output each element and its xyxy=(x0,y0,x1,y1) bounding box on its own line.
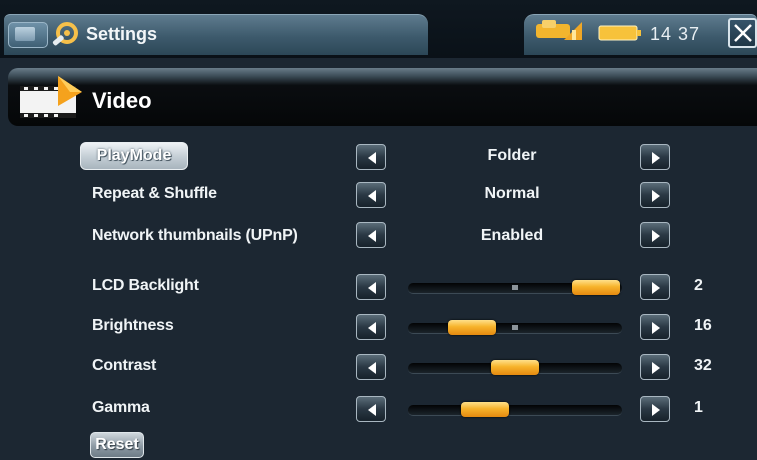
arrow-left-icon xyxy=(368,152,376,164)
window-title: Settings xyxy=(86,24,158,44)
playmode-label: PlayMode xyxy=(96,147,172,164)
network-thumbnails-prev-button[interactable] xyxy=(356,222,386,248)
gamma-increase-button[interactable] xyxy=(640,396,670,422)
close-button[interactable] xyxy=(728,18,757,48)
repeat-shuffle-label: Repeat & Shuffle xyxy=(92,185,217,202)
brightness-value: 16 xyxy=(694,317,712,334)
playmode-next-button[interactable] xyxy=(640,144,670,170)
contrast-decrease-button[interactable] xyxy=(356,354,386,380)
arrow-left-icon xyxy=(368,362,376,374)
repeat-shuffle-value: Normal xyxy=(484,185,540,202)
lcd-backlight-increase-button[interactable] xyxy=(640,274,670,300)
slider-thumb[interactable] xyxy=(461,402,509,417)
playmode-prev-button[interactable] xyxy=(356,144,386,170)
clock: 14 37 xyxy=(650,24,701,44)
video-folder-icon xyxy=(20,76,82,118)
arrow-left-icon xyxy=(368,282,376,294)
slider-center-mark xyxy=(512,325,518,330)
network-thumbnails-next-button[interactable] xyxy=(640,222,670,248)
brightness-slider[interactable] xyxy=(408,320,622,335)
arrow-right-icon xyxy=(652,362,660,374)
gamma-value: 1 xyxy=(694,399,703,416)
network-icon xyxy=(536,20,582,40)
settings-icon xyxy=(52,22,78,46)
reset-button[interactable]: Reset xyxy=(90,432,144,458)
gamma-label: Gamma xyxy=(92,399,150,416)
battery-icon xyxy=(598,25,641,41)
slider-thumb[interactable] xyxy=(491,360,539,375)
brightness-decrease-button[interactable] xyxy=(356,314,386,340)
contrast-label: Contrast xyxy=(92,357,157,374)
slider-thumb[interactable] xyxy=(572,280,620,295)
arrow-right-icon xyxy=(652,152,660,164)
contrast-increase-button[interactable] xyxy=(640,354,670,380)
brightness-label: Brightness xyxy=(92,317,174,334)
section-title: Video xyxy=(92,88,152,113)
lcd-backlight-decrease-button[interactable] xyxy=(356,274,386,300)
contrast-slider[interactable] xyxy=(408,360,622,375)
slider-thumb[interactable] xyxy=(448,320,496,335)
arrow-right-icon xyxy=(652,322,660,334)
playmode-label-button[interactable]: PlayMode xyxy=(80,142,188,170)
brightness-increase-button[interactable] xyxy=(640,314,670,340)
repeat-shuffle-next-button[interactable] xyxy=(640,182,670,208)
lcd-backlight-value: 2 xyxy=(694,277,703,294)
menu-button[interactable] xyxy=(8,22,48,48)
playmode-value: Folder xyxy=(487,147,537,164)
close-icon xyxy=(734,24,752,42)
arrow-left-icon xyxy=(368,230,376,242)
menu-icon xyxy=(15,27,35,41)
network-thumbnails-label: Network thumbnails (UPnP) xyxy=(92,227,298,244)
reset-label: Reset xyxy=(95,436,139,453)
gamma-slider[interactable] xyxy=(408,402,622,417)
slider-center-mark xyxy=(512,285,518,290)
arrow-right-icon xyxy=(652,282,660,294)
gamma-decrease-button[interactable] xyxy=(356,396,386,422)
arrow-right-icon xyxy=(652,190,660,202)
arrow-left-icon xyxy=(368,404,376,416)
arrow-right-icon xyxy=(652,230,660,242)
arrow-right-icon xyxy=(652,404,660,416)
lcd-backlight-slider[interactable] xyxy=(408,280,622,295)
lcd-backlight-label: LCD Backlight xyxy=(92,277,199,294)
repeat-shuffle-prev-button[interactable] xyxy=(356,182,386,208)
contrast-value: 32 xyxy=(694,357,712,374)
arrow-left-icon xyxy=(368,190,376,202)
network-thumbnails-value: Enabled xyxy=(480,227,544,244)
arrow-left-icon xyxy=(368,322,376,334)
